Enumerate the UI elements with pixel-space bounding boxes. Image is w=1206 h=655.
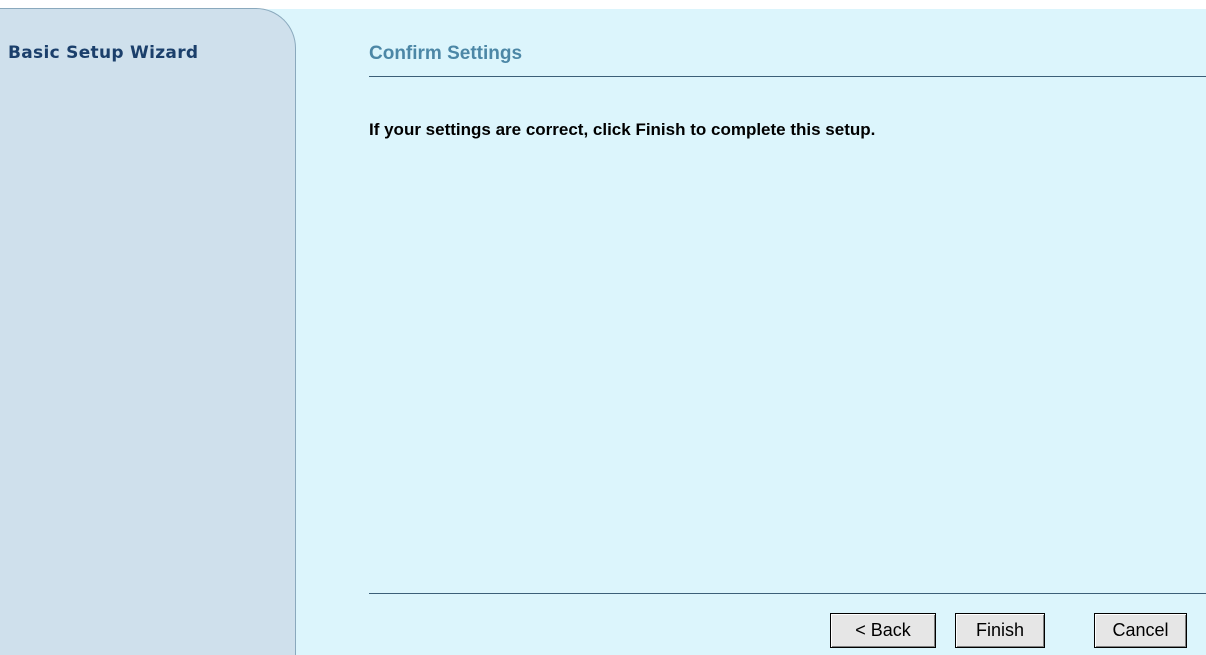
finish-button[interactable]: Finish [955,613,1045,648]
footer-divider [369,593,1206,594]
title-divider [369,76,1206,77]
section-title: Confirm Settings [369,43,523,64]
cancel-button[interactable]: Cancel [1094,613,1187,648]
back-button[interactable]: < Back [830,613,936,648]
sidebar-title: Basic Setup Wizard [8,43,199,63]
wizard-page: Basic Setup Wizard Confirm Settings If y… [0,0,1206,655]
sidebar [0,8,296,655]
instructions-text: If your settings are correct, click Fini… [369,120,876,139]
